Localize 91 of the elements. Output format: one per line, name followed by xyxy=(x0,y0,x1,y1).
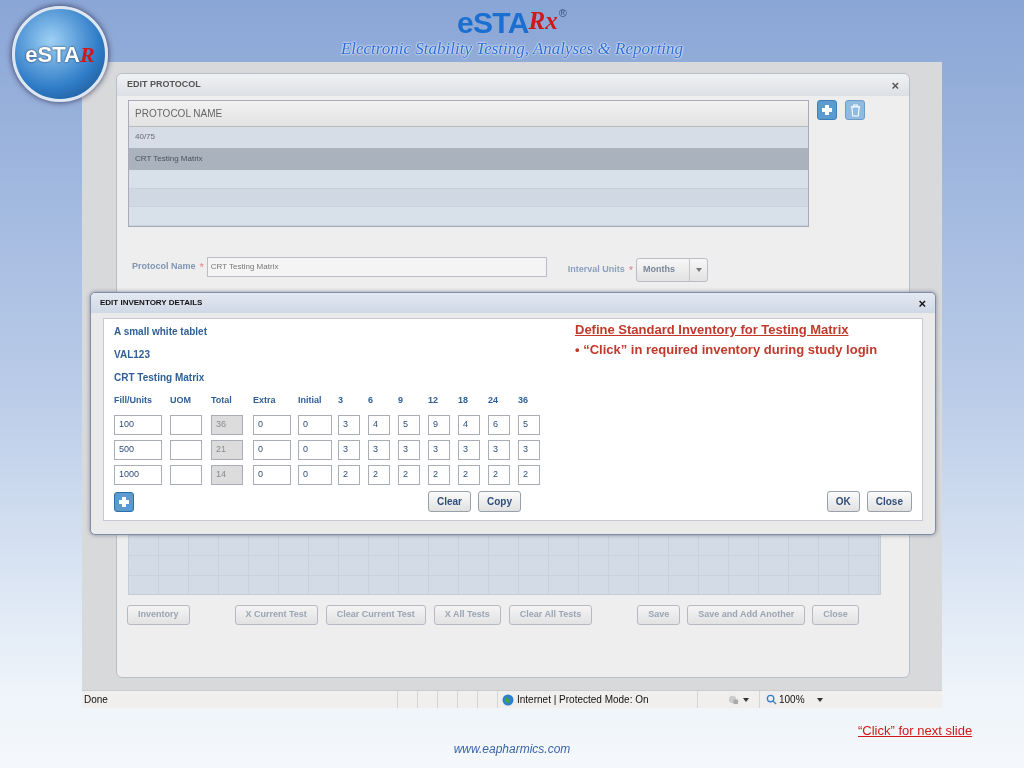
quantity-field: 36 xyxy=(211,415,243,435)
protocol-name: CRT Testing Matrix xyxy=(114,371,205,385)
column-header: Initial xyxy=(298,394,323,408)
field-label: Interval Units xyxy=(567,263,625,277)
quantity-field[interactable]: 3 xyxy=(518,440,540,460)
action-button[interactable]: Copy xyxy=(478,491,521,512)
security-icon xyxy=(728,694,739,705)
plus-icon xyxy=(821,104,833,116)
app-title: eSTA xyxy=(457,8,529,38)
quantity-field[interactable]: 2 xyxy=(398,465,420,485)
quantity-field[interactable]: 100 xyxy=(114,415,162,435)
add-row-button[interactable] xyxy=(114,491,134,512)
column-header: 24 xyxy=(488,394,499,408)
quantity-field[interactable]: 2 xyxy=(518,465,540,485)
column-header: 9 xyxy=(398,394,404,408)
protocol-name-field[interactable]: CRT Testing Matrix xyxy=(206,257,547,277)
required-mark: * xyxy=(199,259,204,275)
column-header: UOM xyxy=(170,394,192,408)
column-header: 12 xyxy=(428,394,439,408)
column-header: PROTOCOL NAME xyxy=(129,101,808,127)
quantity-field[interactable] xyxy=(170,415,202,435)
quantity-field[interactable]: 3 xyxy=(458,440,480,460)
quantity-field[interactable]: 0 xyxy=(253,415,291,435)
quantity-field[interactable] xyxy=(170,440,202,460)
quantity-field[interactable]: 1000 xyxy=(114,465,162,485)
column-header: Total xyxy=(211,394,233,408)
quantity-field[interactable]: 0 xyxy=(298,415,332,435)
status-text: Done xyxy=(83,693,109,707)
close-button[interactable]: × xyxy=(891,78,899,92)
quantity-field[interactable]: 2 xyxy=(338,465,360,485)
quantity-field: 14 xyxy=(211,465,243,485)
quantity-field[interactable]: 9 xyxy=(428,415,450,435)
column-header: 3 xyxy=(338,394,344,408)
quantity-field[interactable]: 4 xyxy=(368,415,390,435)
product-code: VAL123 xyxy=(114,348,150,362)
quantity-field[interactable]: 3 xyxy=(398,440,420,460)
globe-icon xyxy=(502,693,514,706)
zone-text: Internet | Protected Mode: On xyxy=(517,693,649,707)
website-text: www.eapharmics.com xyxy=(452,741,572,758)
field-label: Protocol Name xyxy=(132,260,196,274)
plus-icon xyxy=(118,495,130,508)
dialog-button[interactable]: OK xyxy=(826,491,860,512)
column-header: Fill/Units xyxy=(114,394,153,408)
dialog-title: EDIT INVENTORY DETAILS xyxy=(100,297,203,309)
quantity-field[interactable]: 3 xyxy=(338,415,360,435)
note-text: • “Click” in required inventory during study login xyxy=(575,340,878,359)
close-button[interactable]: × xyxy=(918,296,926,310)
product-name: A small white tablet xyxy=(114,325,207,339)
quantity-field[interactable]: 0 xyxy=(298,465,332,485)
quantity-field[interactable]: 3 xyxy=(428,440,450,460)
quantity-field[interactable]: 3 xyxy=(338,440,360,460)
caret-icon xyxy=(695,268,702,272)
quantity-field[interactable]: 3 xyxy=(368,440,390,460)
dialog-button[interactable]: Close xyxy=(866,491,912,512)
note-heading: Define Standard Inventory for Testing Matrix xyxy=(575,321,850,339)
rx-mark: Rx xyxy=(528,8,558,33)
caret-icon xyxy=(743,697,749,702)
caret-icon xyxy=(816,697,823,702)
column-header: 36 xyxy=(518,394,529,408)
protocol-row[interactable]: CRT Testing Matrix xyxy=(129,148,808,170)
quantity-field[interactable]: 2 xyxy=(368,465,390,485)
quantity-field[interactable]: 5 xyxy=(518,415,540,435)
quantity-field[interactable]: 4 xyxy=(458,415,480,435)
add-button[interactable] xyxy=(817,100,837,120)
quantity-field[interactable]: 2 xyxy=(428,465,450,485)
zoom-level: 100% xyxy=(779,693,805,707)
quantity-field[interactable] xyxy=(170,465,202,485)
delete-button[interactable] xyxy=(845,100,865,120)
registered-mark: ® xyxy=(558,8,567,19)
dialog-title: EDIT PROTOCOL xyxy=(127,78,201,92)
quantity-field[interactable]: 3 xyxy=(488,440,510,460)
quantity-field[interactable]: 0 xyxy=(253,465,291,485)
next-slide-link[interactable]: “Click” for next slide xyxy=(858,721,973,741)
column-header: Extra xyxy=(253,394,277,408)
action-button[interactable]: Clear xyxy=(428,491,471,512)
quantity-field[interactable]: 6 xyxy=(488,415,510,435)
required-mark: * xyxy=(628,262,634,278)
quantity-field[interactable]: 0 xyxy=(253,440,291,460)
quantity-field[interactable]: 5 xyxy=(398,415,420,435)
app-subtitle: Electronic Stability Testing, Analyses & Reporting xyxy=(340,38,684,60)
logo-mark: R xyxy=(79,40,95,69)
trash-icon xyxy=(849,103,861,117)
column-header: 6 xyxy=(368,394,374,408)
quantity-field: 21 xyxy=(211,440,243,460)
quantity-field[interactable]: 500 xyxy=(114,440,162,460)
column-header: 18 xyxy=(458,394,469,408)
quantity-field[interactable]: 2 xyxy=(488,465,510,485)
zoom-icon xyxy=(766,694,777,705)
quantity-field[interactable]: 0 xyxy=(298,440,332,460)
logo-text: eSTA xyxy=(25,40,80,69)
quantity-field[interactable]: 2 xyxy=(458,465,480,485)
